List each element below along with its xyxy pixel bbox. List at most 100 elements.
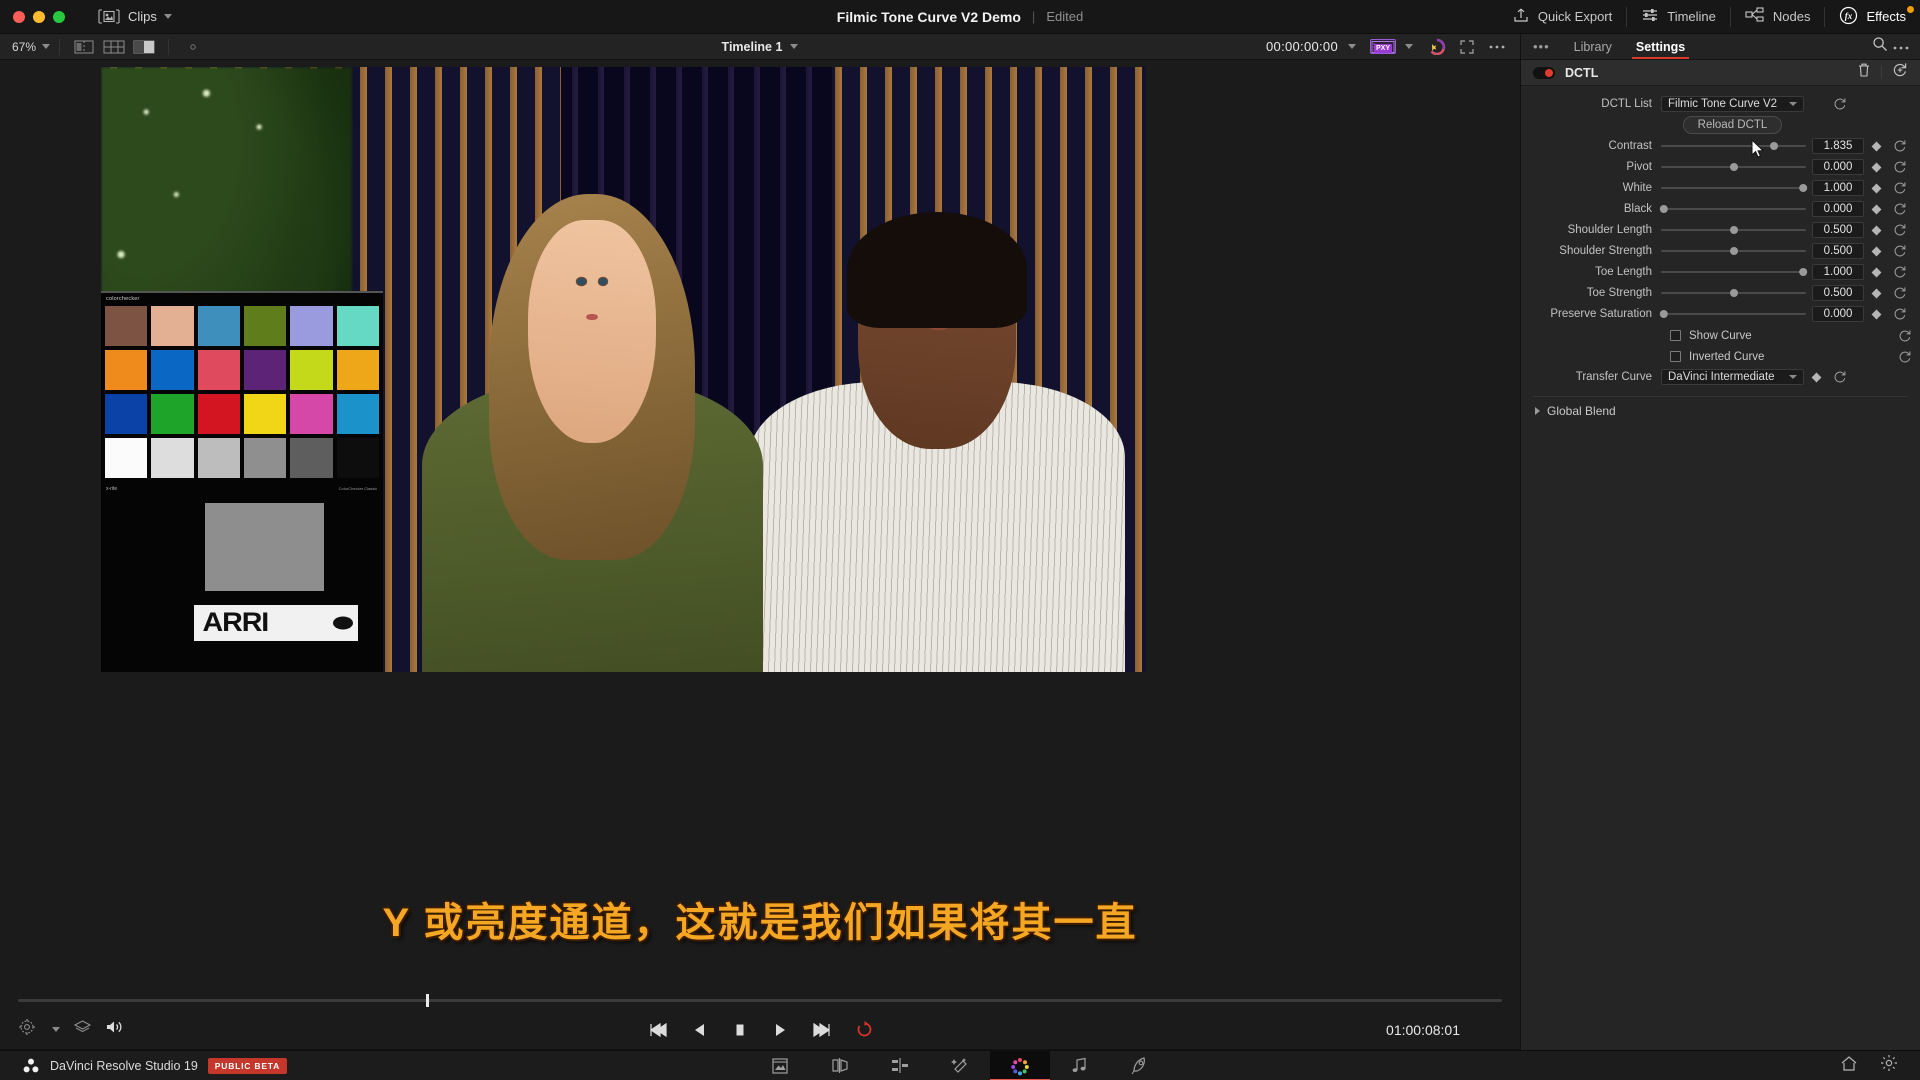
nodes-button[interactable]: Nodes [1731, 0, 1825, 33]
reset-transfer-curve-icon[interactable] [1828, 370, 1852, 384]
edit-page-button[interactable] [870, 1051, 930, 1080]
parameter-reset-icon[interactable] [1888, 265, 1912, 279]
parameter-slider[interactable] [1661, 283, 1806, 303]
parameter-reset-icon[interactable] [1888, 160, 1912, 174]
parameter-value[interactable]: 0.500 [1812, 285, 1864, 301]
minimize-window-button[interactable] [33, 10, 45, 23]
parameter-reset-icon[interactable] [1888, 307, 1912, 321]
parameter-value[interactable]: 1.835 [1812, 138, 1864, 154]
more-options-icon[interactable] [1892, 38, 1910, 56]
parameter-reset-icon[interactable] [1888, 181, 1912, 195]
step-back-button[interactable] [692, 1022, 708, 1038]
loop-button[interactable] [856, 1021, 873, 1038]
more-options-icon[interactable] [1486, 39, 1508, 54]
global-blend-section[interactable]: Global Blend [1521, 397, 1920, 418]
checkbox-reset-icon[interactable] [1898, 329, 1912, 343]
reset-dctl-list-icon[interactable] [1828, 97, 1852, 111]
parameter-keyframe-icon[interactable] [1864, 225, 1888, 235]
slider-knob[interactable] [1659, 310, 1668, 318]
playhead[interactable] [426, 993, 430, 1007]
fairlight-page-button[interactable] [1050, 1051, 1110, 1080]
slider-knob[interactable] [1729, 289, 1738, 297]
parameter-keyframe-icon[interactable] [1864, 309, 1888, 319]
parameter-value[interactable]: 0.000 [1812, 159, 1864, 175]
parameter-slider[interactable] [1661, 220, 1806, 240]
slider-knob[interactable] [1659, 205, 1668, 213]
parameter-value[interactable]: 0.500 [1812, 243, 1864, 259]
checkbox-reset-icon[interactable] [1898, 350, 1912, 364]
parameter-slider[interactable] [1661, 157, 1806, 177]
jump-to-start-button[interactable] [648, 1022, 668, 1038]
tab-library[interactable]: Library [1562, 34, 1624, 59]
color-wheel-icon[interactable] [1426, 38, 1448, 55]
parameter-reset-icon[interactable] [1888, 202, 1912, 216]
parameter-keyframe-icon[interactable] [1864, 267, 1888, 277]
transfer-curve-keyframe-icon[interactable] [1804, 372, 1828, 382]
checkbox[interactable] [1670, 330, 1681, 341]
zoom-level-selector[interactable]: 67% [0, 40, 51, 54]
parameter-value[interactable]: 1.000 [1812, 264, 1864, 280]
parameter-slider[interactable] [1661, 241, 1806, 261]
parameter-reset-icon[interactable] [1888, 286, 1912, 300]
slider-knob[interactable] [1729, 163, 1738, 171]
dctl-list-dropdown[interactable]: Filmic Tone Curve V2 [1661, 96, 1804, 112]
parameter-value[interactable]: 1.000 [1812, 180, 1864, 196]
parameter-keyframe-icon[interactable] [1864, 183, 1888, 193]
transfer-curve-dropdown[interactable]: DaVinci Intermediate [1661, 369, 1804, 385]
parameter-slider[interactable] [1661, 262, 1808, 282]
trash-icon[interactable] [1857, 62, 1871, 83]
parameter-keyframe-icon[interactable] [1864, 162, 1888, 172]
onscreen-control-icon[interactable] [182, 39, 204, 54]
slider-knob[interactable] [1729, 247, 1738, 255]
scrubber-bar[interactable] [0, 990, 1520, 1010]
chevron-down-icon[interactable] [790, 44, 799, 49]
checkbox[interactable] [1670, 351, 1681, 362]
search-icon[interactable] [1872, 36, 1888, 57]
cut-page-button[interactable] [810, 1051, 870, 1080]
window-controls[interactable] [0, 10, 65, 23]
stop-button[interactable] [732, 1022, 748, 1038]
reload-dctl-button[interactable]: Reload DCTL [1682, 116, 1783, 134]
scrubber-track[interactable] [18, 993, 1502, 1007]
slider-knob[interactable] [1799, 268, 1808, 276]
clips-selector[interactable]: Clips [97, 9, 172, 24]
close-window-button[interactable] [13, 10, 25, 23]
effects-button[interactable]: fx Effects [1825, 0, 1920, 33]
proxy-mode-badge[interactable]: PXY [1370, 39, 1396, 54]
parameter-value[interactable]: 0.000 [1812, 201, 1864, 217]
parameter-slider[interactable] [1659, 199, 1806, 219]
fusion-page-button[interactable] [930, 1051, 990, 1080]
parameter-slider[interactable] [1659, 304, 1806, 324]
media-page-button[interactable] [750, 1051, 810, 1080]
parameter-slider[interactable] [1661, 178, 1808, 198]
play-button[interactable] [772, 1022, 788, 1038]
effect-enable-toggle[interactable] [1533, 66, 1555, 79]
parameter-value[interactable]: 0.500 [1812, 222, 1864, 238]
maximize-window-button[interactable] [53, 10, 65, 23]
parameter-reset-icon[interactable] [1888, 223, 1912, 237]
tab-settings[interactable]: Settings [1624, 34, 1697, 59]
parameter-keyframe-icon[interactable] [1864, 204, 1888, 214]
inspector-menu-icon[interactable]: ••• [1521, 39, 1562, 54]
slider-knob[interactable] [1729, 226, 1738, 234]
parameter-reset-icon[interactable] [1888, 244, 1912, 258]
parameter-value[interactable]: 0.000 [1812, 306, 1864, 322]
wipe-view-icon[interactable] [133, 39, 155, 54]
slider-knob[interactable] [1799, 184, 1808, 192]
video-viewer[interactable]: colorchecker x-rite ColorChecker Classic… [0, 60, 1520, 990]
slider-knob[interactable] [1770, 142, 1779, 150]
parameter-reset-icon[interactable] [1888, 139, 1912, 153]
color-page-button[interactable] [990, 1050, 1050, 1080]
chevron-down-icon[interactable] [1348, 44, 1356, 49]
jump-to-end-button[interactable] [812, 1022, 832, 1038]
split-view-icon[interactable] [73, 39, 95, 54]
chevron-down-icon[interactable] [1405, 44, 1413, 49]
parameter-keyframe-icon[interactable] [1864, 246, 1888, 256]
grid-view-icon[interactable] [103, 39, 125, 54]
parameter-slider[interactable] [1661, 136, 1806, 156]
parameter-keyframe-icon[interactable] [1864, 288, 1888, 298]
chevron-down-icon[interactable] [42, 44, 51, 49]
viewer-timecode[interactable]: 00:00:00:00 [1266, 39, 1338, 54]
chevron-down-icon[interactable] [163, 14, 172, 19]
timeline-button[interactable]: Timeline [1627, 0, 1730, 33]
